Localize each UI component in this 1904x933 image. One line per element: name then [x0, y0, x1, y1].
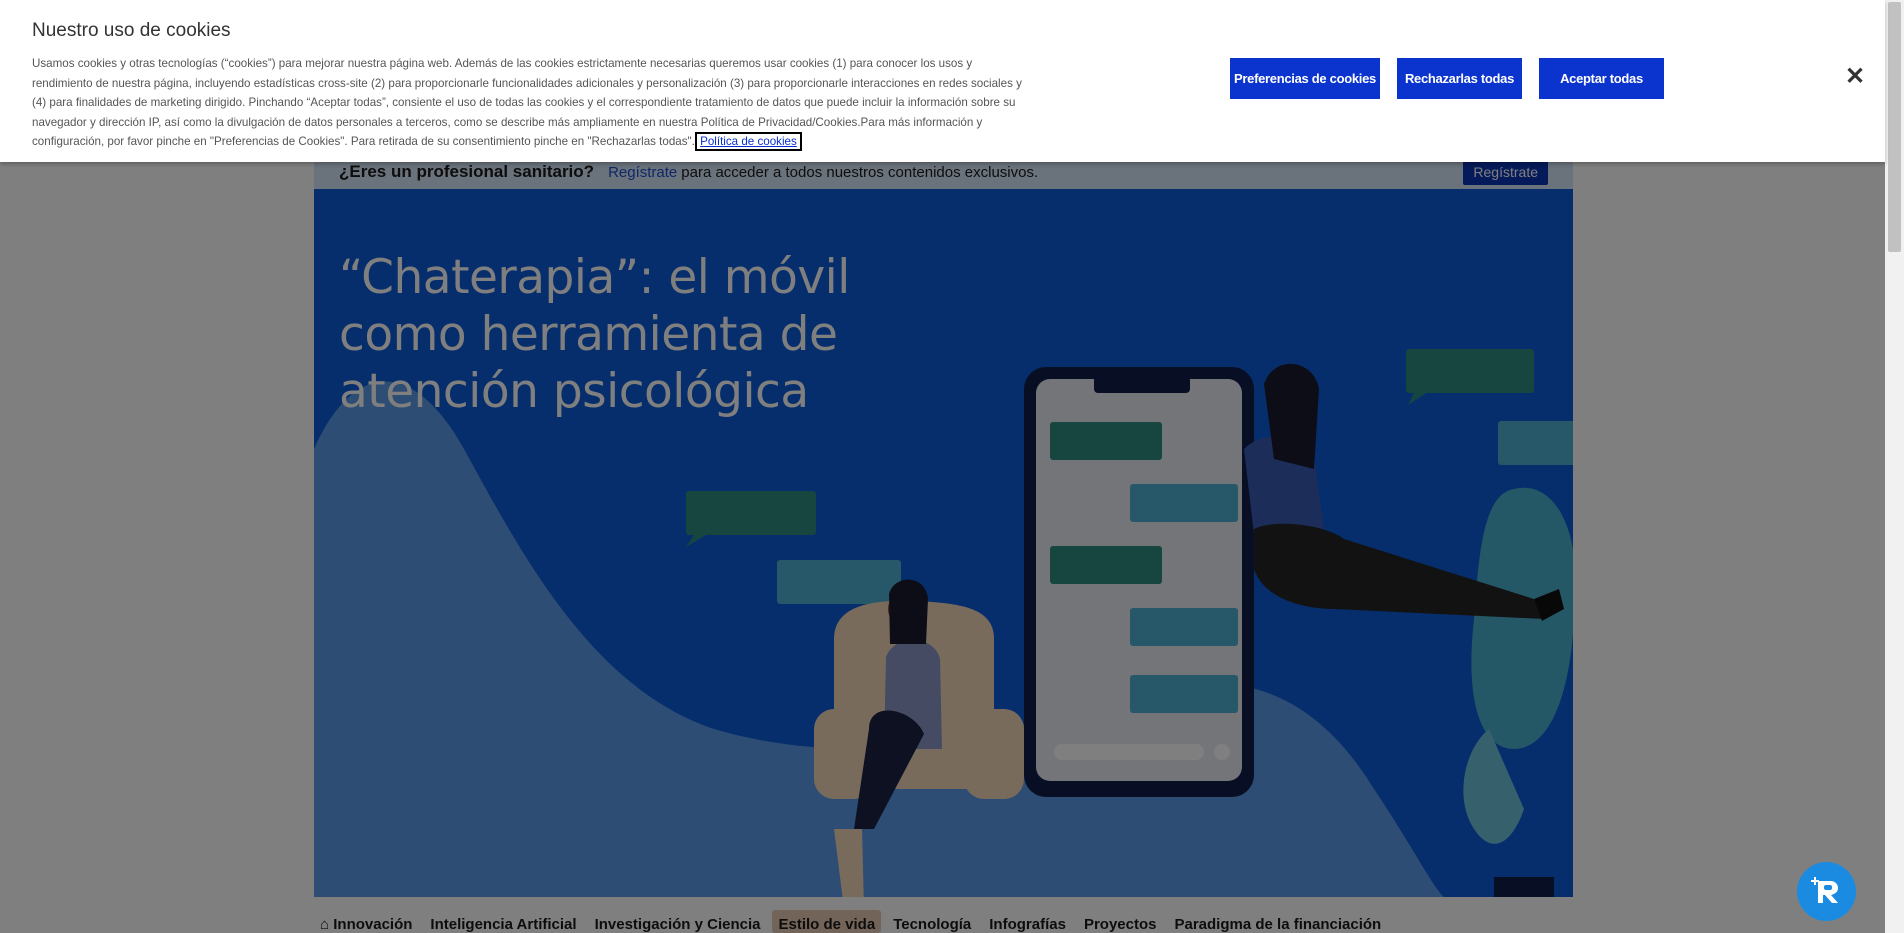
close-icon[interactable]: ✕ [1845, 64, 1865, 90]
reject-all-button[interactable]: Rechazarlas todas [1397, 58, 1522, 99]
chat-assistant-icon [1810, 876, 1838, 903]
scrollbar-thumb[interactable] [1888, 2, 1901, 252]
cookie-preferences-button[interactable]: Preferencias de cookies [1230, 58, 1380, 99]
page-scrollbar[interactable] [1885, 0, 1904, 933]
cookie-policy-link[interactable]: Política de cookies [695, 132, 802, 152]
accept-all-button[interactable]: Aceptar todas [1539, 58, 1664, 99]
cookie-banner-description: Usamos cookies y otras tecnologías (“coo… [32, 54, 1032, 152]
cookie-banner: Nuestro uso de cookies Usamos cookies y … [0, 0, 1885, 162]
cookie-description-text: Usamos cookies y otras tecnologías (“coo… [32, 57, 1022, 149]
cookie-banner-title: Nuestro uso de cookies [32, 20, 231, 41]
chat-assistant-button[interactable] [1797, 862, 1856, 921]
